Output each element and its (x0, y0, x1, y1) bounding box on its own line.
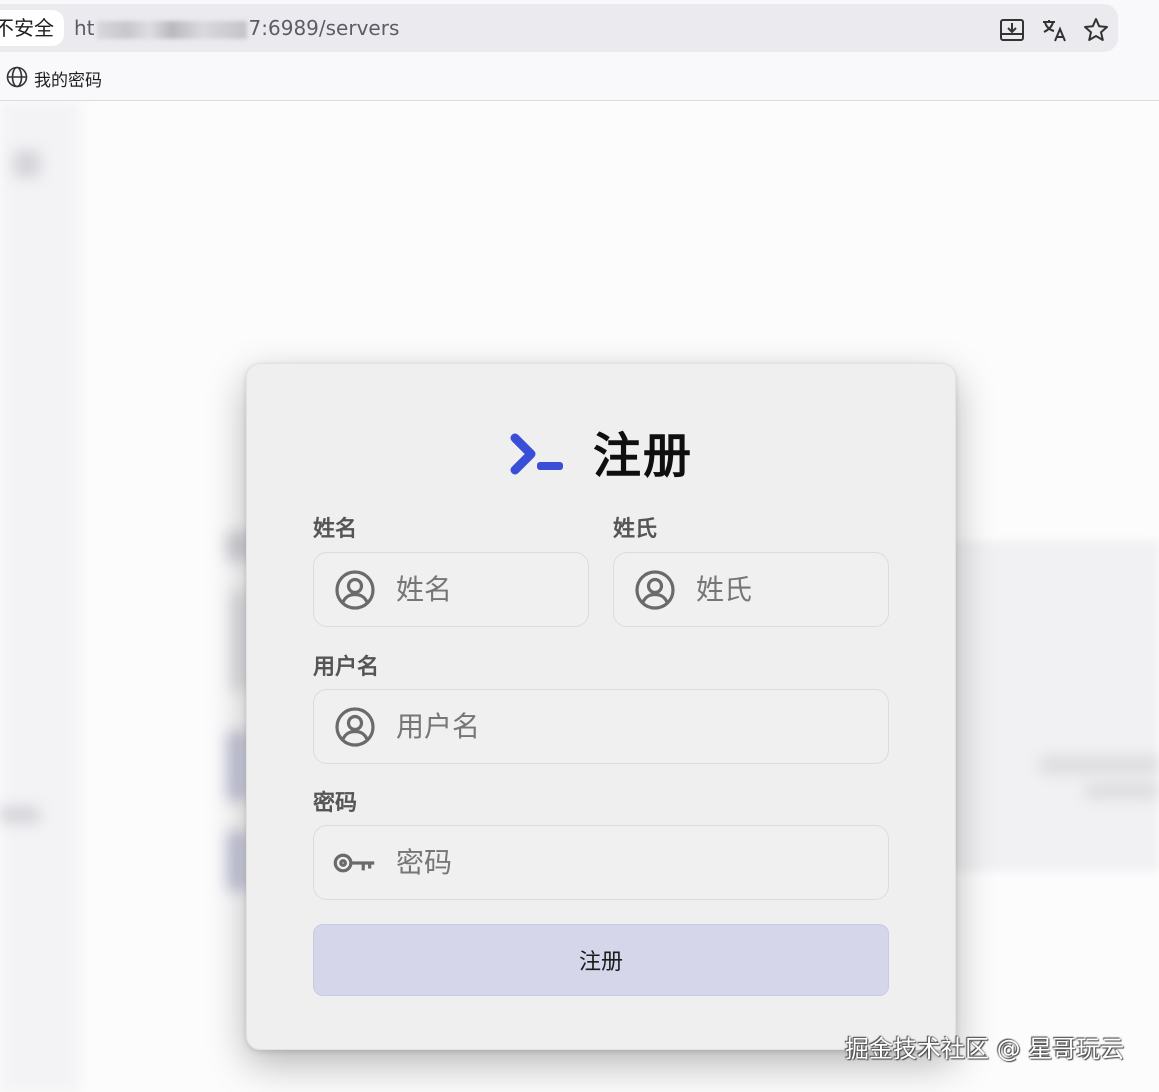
username-field[interactable]: 用户名 (313, 689, 889, 764)
star-icon[interactable] (1082, 16, 1110, 44)
last-name-field[interactable]: 姓氏 (613, 552, 889, 627)
blurred-logo (14, 151, 40, 177)
first-name-label: 姓名 (313, 517, 358, 542)
address-bar[interactable]: 不安全 ht 7:6989/servers (0, 4, 1118, 52)
first-name-field[interactable]: 姓名 (313, 552, 589, 627)
bookmark-item[interactable]: 我的密码 (6, 66, 102, 95)
translate-icon[interactable] (1040, 16, 1068, 44)
username-placeholder: 用户名 (396, 709, 481, 743)
page-title: 注册 (592, 428, 693, 484)
last-name-placeholder: 姓氏 (696, 572, 753, 606)
globe-icon (6, 66, 28, 95)
key-icon (333, 841, 377, 885)
blurred-panel (950, 541, 1159, 871)
url-redacted (96, 20, 247, 39)
card-header: 注册 (247, 426, 955, 486)
browser-toolbar: 不安全 ht 7:6989/servers 我的密码 (0, 0, 1159, 101)
watermark: 掘金技术社区 @ 星哥玩云 (845, 1035, 1125, 1063)
url-suffix: 7:6989/servers (248, 16, 400, 40)
sidebar-blurred (0, 101, 80, 1092)
blurred-text (1040, 756, 1159, 774)
url-text[interactable]: ht 7:6989/servers (74, 16, 399, 40)
username-label: 用户名 (313, 655, 380, 680)
blurred-button (226, 731, 248, 801)
bookmark-label: 我的密码 (34, 70, 102, 91)
user-circle-icon (333, 705, 377, 749)
blurred-text (0, 807, 40, 823)
user-circle-icon (633, 568, 677, 612)
user-circle-icon (333, 568, 377, 612)
password-placeholder: 密码 (396, 845, 453, 879)
last-name-label: 姓氏 (613, 517, 658, 542)
register-button[interactable]: 注册 (313, 924, 889, 996)
password-label: 密码 (313, 791, 358, 816)
blurred-text (1085, 783, 1159, 799)
url-prefix: ht (74, 16, 95, 40)
download-icon[interactable] (998, 16, 1026, 44)
register-card: 注册 姓名 姓名 姓氏 姓氏 用户名 用户名 密码 密码 注册 (246, 363, 956, 1050)
security-indicator[interactable]: 不安全 (0, 10, 64, 46)
blurred-button (226, 831, 248, 891)
password-field[interactable]: 密码 (313, 825, 889, 900)
first-name-placeholder: 姓名 (396, 572, 453, 606)
terminal-prompt-icon (509, 432, 565, 480)
